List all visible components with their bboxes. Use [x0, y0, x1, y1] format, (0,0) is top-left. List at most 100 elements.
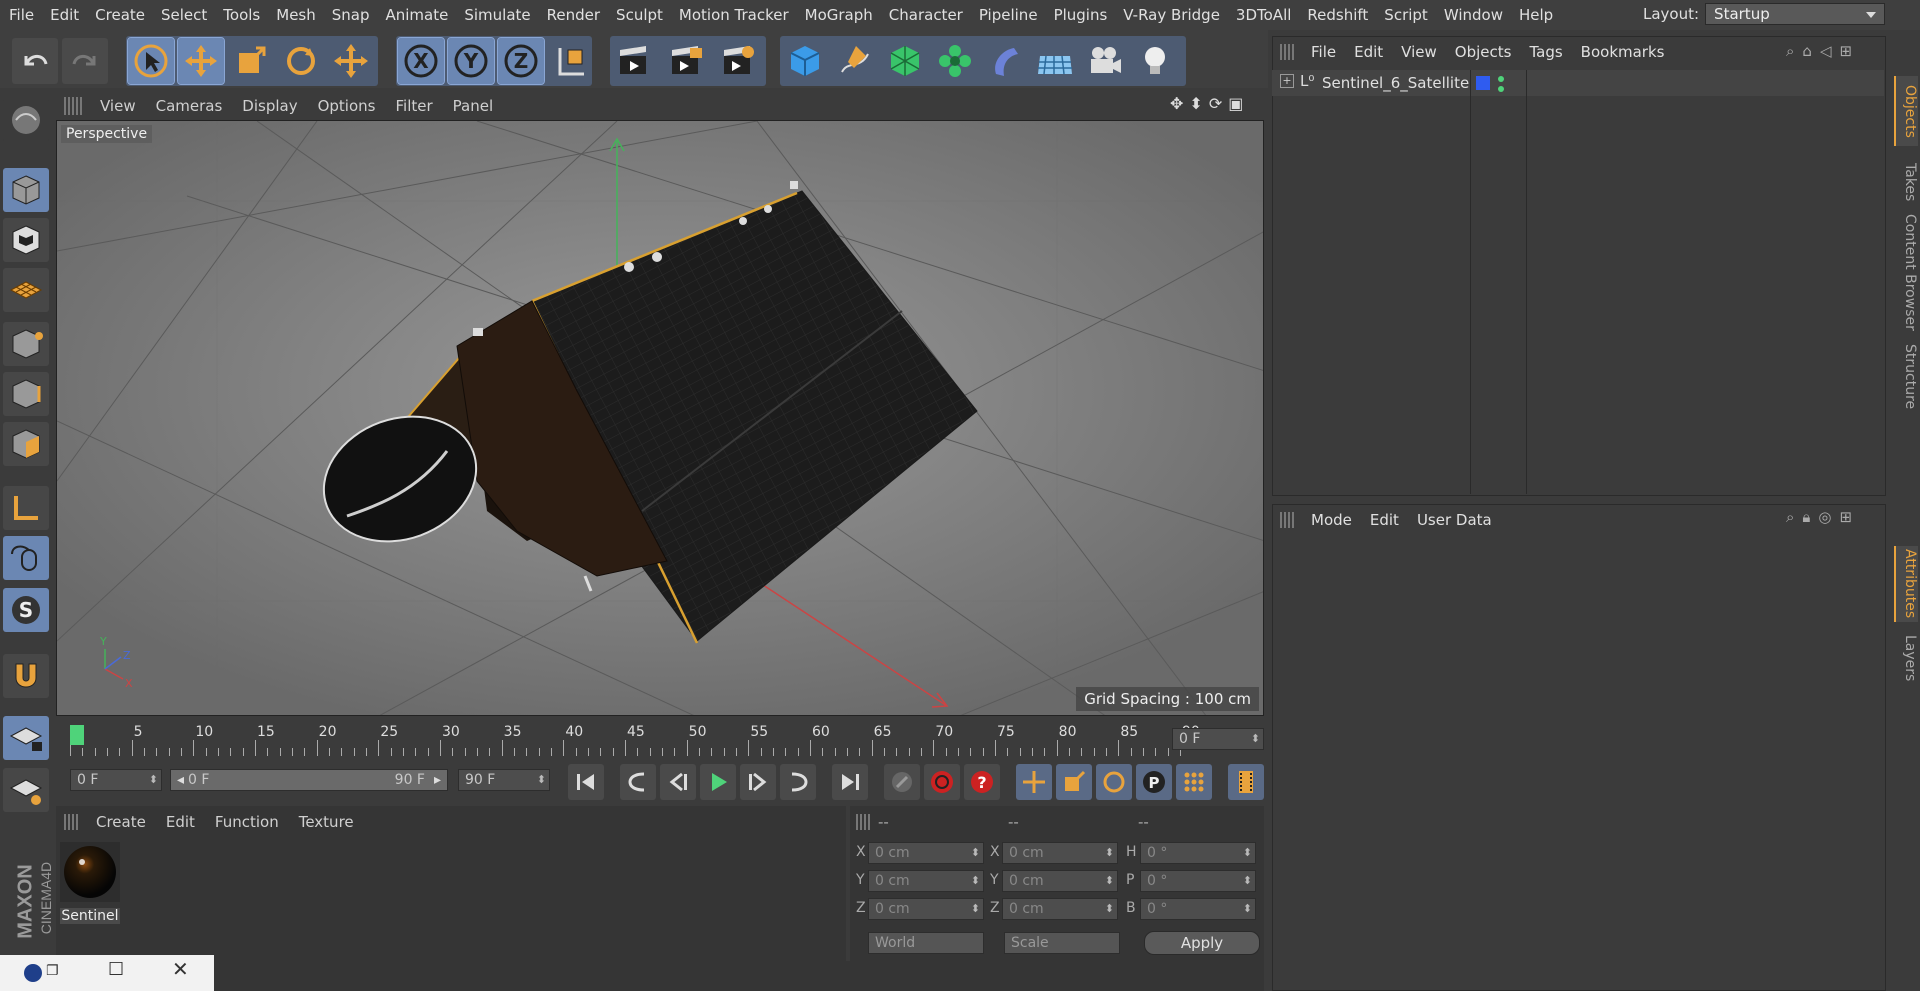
workplane-mode-button[interactable] [3, 268, 49, 312]
render-settings-button[interactable] [716, 38, 762, 84]
coord-value-field[interactable]: 0 cm [868, 870, 984, 892]
menu-help[interactable]: Help [1510, 0, 1560, 30]
previous-key-button[interactable] [620, 764, 656, 800]
end-frame-field[interactable]: 90 F [458, 769, 550, 791]
key-scale-button[interactable] [1056, 764, 1092, 800]
search-icon[interactable]: ⌕ [1786, 42, 1794, 60]
material-menu-texture[interactable]: Texture [289, 813, 364, 831]
object-menu-objects[interactable]: Objects [1446, 43, 1521, 61]
search-icon[interactable]: ⌕ [1786, 508, 1794, 526]
side-tab-structure[interactable]: Structure [1894, 342, 1918, 412]
attribute-menu-edit[interactable]: Edit [1361, 511, 1408, 529]
menu-3dtoall[interactable]: 3DToAll [1227, 0, 1298, 30]
menu-script[interactable]: Script [1375, 0, 1435, 30]
menu-plugins[interactable]: Plugins [1045, 0, 1115, 30]
material-menu-edit[interactable]: Edit [156, 813, 205, 831]
model-mode-button[interactable] [3, 168, 49, 212]
target-icon[interactable]: ◎ [1818, 508, 1831, 526]
object-menu-edit[interactable]: Edit [1345, 43, 1392, 61]
editor-visibility-dot[interactable] [1498, 76, 1504, 82]
go-to-end-button[interactable] [832, 764, 868, 800]
menu-mesh[interactable]: Mesh [267, 0, 323, 30]
coord-value-field[interactable]: 0 cm [868, 898, 984, 920]
perspective-viewport[interactable]: Y X Z Perspective Grid Spacing : 100 cm [56, 120, 1264, 716]
menu-mograph[interactable]: MoGraph [796, 0, 880, 30]
menu-edit[interactable]: Edit [41, 0, 86, 30]
z-axis-button[interactable]: Z [497, 37, 545, 85]
viewport-menu-cameras[interactable]: Cameras [146, 97, 233, 115]
material-item[interactable]: Sentinel [60, 842, 120, 924]
edges-mode-button[interactable] [3, 372, 49, 416]
object-menu-tags[interactable]: Tags [1520, 43, 1571, 61]
coord-mode-dropdown[interactable]: Scale [1004, 932, 1120, 954]
apply-button[interactable]: Apply [1144, 931, 1260, 955]
material-menu-create[interactable]: Create [86, 813, 156, 831]
coordinate-system-button[interactable] [548, 38, 594, 84]
x-axis-button[interactable]: X [397, 37, 445, 85]
previous-frame-button[interactable] [660, 764, 696, 800]
menu-file[interactable]: File [0, 0, 41, 30]
menu-sculpt[interactable]: Sculpt [607, 0, 670, 30]
make-editable-button[interactable] [3, 98, 49, 142]
restore-icon[interactable]: ❐ [46, 963, 59, 979]
render-visibility-dot[interactable] [1498, 86, 1504, 92]
play-button[interactable] [700, 764, 736, 800]
menu-render[interactable]: Render [538, 0, 607, 30]
timeline-window-button[interactable] [1228, 764, 1264, 800]
go-to-start-button[interactable] [568, 764, 604, 800]
keyframe-selection-button[interactable]: ? [964, 764, 1000, 800]
menu-select[interactable]: Select [152, 0, 214, 30]
menu-motion-tracker[interactable]: Motion Tracker [670, 0, 796, 30]
cloner-button[interactable] [932, 38, 978, 84]
solo-button[interactable]: S [3, 588, 49, 632]
y-axis-button[interactable]: Y [447, 37, 495, 85]
object-menu-view[interactable]: View [1392, 43, 1446, 61]
menu-redshift[interactable]: Redshift [1298, 0, 1375, 30]
back-icon[interactable]: ◁ [1820, 42, 1832, 60]
texture-mode-button[interactable] [3, 218, 49, 262]
start-frame-field[interactable]: 0 F [70, 769, 162, 791]
axis-mode-button[interactable] [3, 486, 49, 530]
object-row[interactable]: + L⁰ Sentinel_6_Satellite [1272, 70, 1884, 96]
coord-value-field[interactable]: 0 cm [1002, 898, 1118, 920]
attribute-menu-mode[interactable]: Mode [1302, 511, 1361, 529]
menu-simulate[interactable]: Simulate [455, 0, 537, 30]
menu-snap[interactable]: Snap [323, 0, 377, 30]
object-menu-file[interactable]: File [1302, 43, 1345, 61]
side-tab-objects[interactable]: Objects [1894, 76, 1918, 146]
side-tab-content-browser[interactable]: Content Browser [1894, 212, 1918, 332]
material-menu-function[interactable]: Function [205, 813, 289, 831]
planar-workplane-button[interactable] [3, 768, 49, 812]
viewport-menu-display[interactable]: Display [232, 97, 307, 115]
render-view-button[interactable] [612, 38, 658, 84]
undo-button[interactable] [12, 38, 58, 84]
record-keys-button[interactable] [884, 764, 920, 800]
polygons-mode-button[interactable] [3, 422, 49, 466]
deformer-button[interactable] [982, 38, 1028, 84]
lock-icon[interactable]: 🔒︎ [1802, 508, 1810, 526]
layout-dropdown[interactable]: Startup [1705, 3, 1886, 25]
dolly-icon[interactable]: ⬍ [1189, 94, 1202, 113]
key-position-button[interactable] [1016, 764, 1052, 800]
key-rotation-button[interactable] [1096, 764, 1132, 800]
side-tab-layers[interactable]: Layers [1894, 628, 1918, 688]
pan-icon[interactable]: ✥ [1170, 94, 1183, 113]
coord-space-dropdown[interactable]: World [868, 932, 984, 954]
snap-button[interactable] [3, 654, 49, 698]
locked-workplane-button[interactable] [3, 716, 49, 760]
floor-button[interactable] [1032, 38, 1078, 84]
transform-tool-button[interactable] [328, 38, 374, 84]
new-view-icon[interactable]: ⊞ [1839, 508, 1852, 526]
object-menu-bookmarks[interactable]: Bookmarks [1572, 43, 1674, 61]
viewport-menu-panel[interactable]: Panel [443, 97, 503, 115]
live-selection-button[interactable] [127, 37, 175, 85]
object-name[interactable]: Sentinel_6_Satellite [1322, 74, 1469, 92]
orbit-icon[interactable]: ⟳ [1209, 94, 1222, 113]
maximize-icon[interactable]: ☐ [108, 959, 124, 980]
next-key-button[interactable] [780, 764, 816, 800]
menu-animate[interactable]: Animate [377, 0, 456, 30]
tweak-mode-button[interactable] [3, 536, 49, 580]
coord-value-field[interactable]: 0 cm [1002, 842, 1118, 864]
menu-pipeline[interactable]: Pipeline [970, 0, 1045, 30]
coord-value-field[interactable]: 0 ° [1140, 842, 1256, 864]
